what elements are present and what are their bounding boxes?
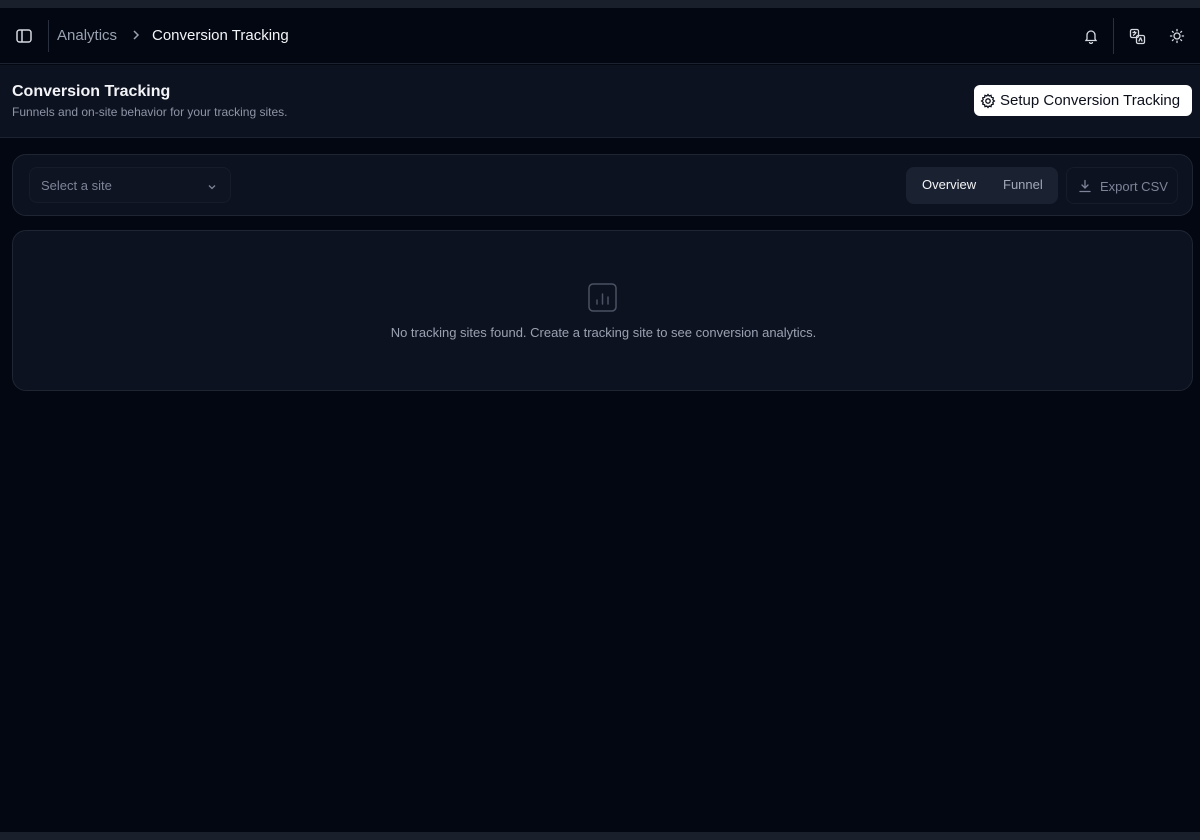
top-bar: Analytics Conversion Tracking <box>0 8 1200 64</box>
tab-funnel[interactable]: Funnel <box>1003 177 1043 192</box>
gear-icon <box>980 92 996 109</box>
bell-icon[interactable] <box>1080 25 1102 47</box>
empty-state-message: No tracking sites found. Create a tracki… <box>390 325 817 340</box>
export-csv-label: Export CSV <box>1100 179 1168 194</box>
view-tabs: Overview Funnel <box>906 167 1058 204</box>
page-title: Conversion Tracking <box>12 83 171 100</box>
site-select[interactable]: Select a site <box>29 167 231 203</box>
translate-icon[interactable] <box>1126 25 1148 47</box>
bar-chart-icon <box>587 282 618 313</box>
page-subtitle: Funnels and on-site behavior for your tr… <box>12 105 288 119</box>
setup-conversion-tracking-button[interactable]: Setup Conversion Tracking <box>974 85 1192 116</box>
window-top-edge <box>0 0 1200 8</box>
sun-icon[interactable] <box>1166 25 1188 47</box>
chevron-down-icon <box>206 180 218 192</box>
topbar-divider-right <box>1113 18 1114 54</box>
toolbar-card: Select a site Overview Funnel Export CSV <box>12 154 1193 216</box>
page-header: Conversion Tracking Funnels and on-site … <box>0 65 1200 138</box>
breadcrumb-current: Conversion Tracking <box>152 27 289 44</box>
setup-button-label: Setup Conversion Tracking <box>1000 92 1181 109</box>
app-frame: Analytics Conversion Tracking Conversion… <box>0 8 1200 832</box>
topbar-divider <box>48 20 49 52</box>
export-csv-button[interactable]: Export CSV <box>1066 167 1178 204</box>
download-icon <box>1078 179 1092 193</box>
window-bottom-edge <box>0 832 1200 840</box>
empty-state-card: No tracking sites found. Create a tracki… <box>12 230 1193 391</box>
site-select-placeholder: Select a site <box>41 178 112 193</box>
breadcrumb-analytics[interactable]: Analytics <box>57 27 117 44</box>
tab-overview[interactable]: Overview <box>922 177 976 192</box>
chevron-right-icon <box>129 28 143 42</box>
sidebar-toggle-icon[interactable] <box>14 26 34 46</box>
